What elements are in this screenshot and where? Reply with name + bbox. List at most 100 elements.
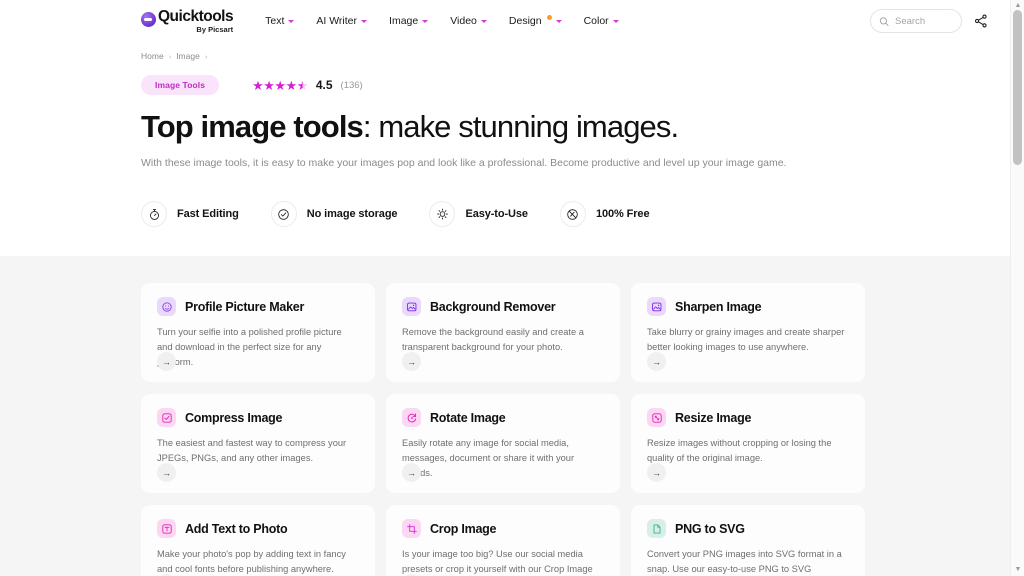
card-description: Take blurry or grainy images and create …	[647, 327, 845, 353]
feature-100-percent-free: 100% Free	[559, 201, 650, 228]
rating-count: (136)	[340, 79, 363, 91]
nav-label: Video	[450, 15, 477, 27]
card-header: Add Text to Photo	[157, 519, 359, 539]
chevron-down-icon	[480, 19, 487, 23]
nav-label: Text	[265, 15, 285, 27]
nav-item-ai-writer[interactable]: AI Writer	[316, 15, 368, 27]
tool-card-compress-image[interactable]: Compress Image The easiest and fastest w…	[141, 394, 375, 494]
new-badge-dot-icon	[546, 14, 552, 20]
card-title: Background Remover	[430, 299, 556, 314]
tool-card-profile-picture-maker[interactable]: Profile Picture Maker Turn your selfie i…	[141, 283, 375, 383]
rotate-image-icon	[402, 408, 421, 428]
chevron-down-icon	[288, 19, 295, 23]
nav-label: AI Writer	[316, 15, 358, 27]
card-title: Resize Image	[675, 410, 752, 425]
card-arrow-button[interactable]: →	[402, 352, 421, 372]
breadcrumb-item-image[interactable]: Image	[176, 51, 200, 61]
star-half-icon: ★	[296, 77, 309, 93]
feature-fast-editing: Fast Editing	[141, 201, 239, 228]
search-box[interactable]	[870, 9, 962, 33]
tool-card-png-to-svg[interactable]: PNG to SVG Convert your PNG images into …	[631, 505, 865, 576]
star-icon: ★	[252, 77, 264, 93]
page-title-bold: Top image tools	[141, 109, 364, 144]
nav-item-text[interactable]: Text	[265, 15, 295, 27]
logo-subtitle: By Picsart	[196, 25, 234, 34]
card-title: Sharpen Image	[675, 299, 762, 314]
share-icon[interactable]	[974, 14, 988, 28]
card-title: Crop Image	[430, 521, 497, 536]
feature-easy-to-use: Easy-to-Use	[429, 201, 528, 228]
card-header: Background Remover	[402, 297, 604, 317]
tools-grid: Profile Picture Maker Turn your selfie i…	[141, 283, 869, 576]
chevron-down-icon	[555, 19, 562, 23]
card-header: Compress Image	[157, 408, 359, 428]
logo-name: Quicktools	[158, 7, 234, 25]
sharpen-image-icon	[647, 297, 666, 317]
card-header: Rotate Image	[402, 408, 604, 428]
page-scrollbar[interactable]: ▲ ▼	[1010, 0, 1024, 576]
crop-image-icon	[402, 519, 421, 539]
tool-card-add-text-to-photo[interactable]: Add Text to Photo Make your photo's pop …	[141, 505, 375, 576]
nav-label: Design	[508, 15, 542, 27]
search-input[interactable]	[895, 15, 953, 27]
nav-item-design[interactable]: Design	[508, 14, 562, 27]
nav-label: Image	[389, 15, 419, 27]
main-nav: Text AI Writer Image Video Design Color	[265, 14, 619, 27]
card-header: Resize Image	[647, 408, 849, 428]
card-description: Convert your PNG images into SVG format …	[647, 549, 842, 575]
card-description: Resize images without cropping or losing…	[647, 438, 832, 464]
card-arrow-button[interactable]: →	[647, 463, 666, 483]
card-description: Remove the background easily and create …	[402, 327, 584, 353]
chevron-down-icon	[612, 19, 619, 23]
card-header: Sharpen Image	[647, 297, 849, 317]
feature-label: No image storage	[306, 208, 398, 221]
tool-card-resize-image[interactable]: Resize Image Resize images without cropp…	[631, 394, 865, 494]
card-description: Is your image too big? Use our social me…	[402, 549, 593, 575]
rating: ★ ★ ★ ★ ★ 4.5 (136)	[252, 78, 363, 92]
tool-card-crop-image[interactable]: Crop Image Is your image too big? Use ou…	[386, 505, 620, 576]
page-title-rest: : make stunning images.	[362, 109, 679, 144]
category-badge: Image Tools	[141, 75, 220, 95]
card-arrow-button[interactable]: →	[647, 352, 666, 372]
logo[interactable]: Quicktools By Picsart	[141, 7, 234, 34]
card-title: Profile Picture Maker	[185, 299, 305, 314]
tool-card-rotate-image[interactable]: Rotate Image Easily rotate any image for…	[386, 394, 620, 494]
feature-label: 100% Free	[595, 208, 650, 221]
card-header: PNG to SVG	[647, 519, 849, 539]
card-title: Compress Image	[185, 410, 283, 425]
breadcrumb-separator: ›	[204, 51, 208, 61]
feature-list: Fast Editing No image storage Easy-to-Us…	[141, 201, 1024, 228]
scroll-up-arrow-icon[interactable]: ▲	[1014, 2, 1022, 10]
stopwatch-icon	[141, 201, 167, 228]
star-rating: ★ ★ ★ ★ ★	[252, 79, 308, 92]
breadcrumb-item-home[interactable]: Home	[141, 51, 164, 61]
scrollbar-thumb[interactable]	[1013, 10, 1022, 165]
page-subtitle: With these image tools, it is easy to ma…	[141, 156, 787, 169]
site-header: Quicktools By Picsart Text AI Writer Ima…	[0, 0, 1010, 42]
header-actions	[870, 9, 988, 33]
tool-card-sharpen-image[interactable]: Sharpen Image Take blurry or grainy imag…	[631, 283, 865, 383]
scroll-down-arrow-icon[interactable]: ▼	[1014, 566, 1022, 574]
breadcrumb-separator: ›	[168, 51, 172, 61]
card-title: PNG to SVG	[675, 521, 745, 536]
card-title: Add Text to Photo	[185, 521, 288, 536]
card-title: Rotate Image	[430, 410, 506, 425]
nav-item-color[interactable]: Color	[584, 15, 619, 27]
card-description: Make your photo's pop by adding text in …	[157, 549, 346, 575]
tag-icon	[559, 201, 586, 228]
resize-image-icon	[647, 408, 666, 428]
card-arrow-button[interactable]: →	[157, 463, 176, 483]
card-header: Profile Picture Maker	[157, 297, 359, 317]
tool-card-background-remover[interactable]: Background Remover Remove the background…	[386, 283, 620, 383]
rating-value: 4.5	[315, 78, 333, 92]
logo-text-block: Quicktools By Picsart	[158, 7, 234, 34]
hero-section: Home › Image › Image Tools ★ ★ ★ ★ ★ 4.5…	[0, 51, 1024, 228]
compress-image-icon	[157, 408, 176, 428]
rating-row: Image Tools ★ ★ ★ ★ ★ 4.5 (136)	[141, 75, 1024, 95]
nav-item-video[interactable]: Video	[450, 15, 487, 27]
card-header: Crop Image	[402, 519, 604, 539]
png-to-svg-icon	[647, 519, 666, 539]
feature-no-image-storage: No image storage	[270, 201, 398, 228]
nav-item-image[interactable]: Image	[389, 15, 429, 27]
card-description: The easiest and fastest way to compress …	[157, 438, 347, 464]
